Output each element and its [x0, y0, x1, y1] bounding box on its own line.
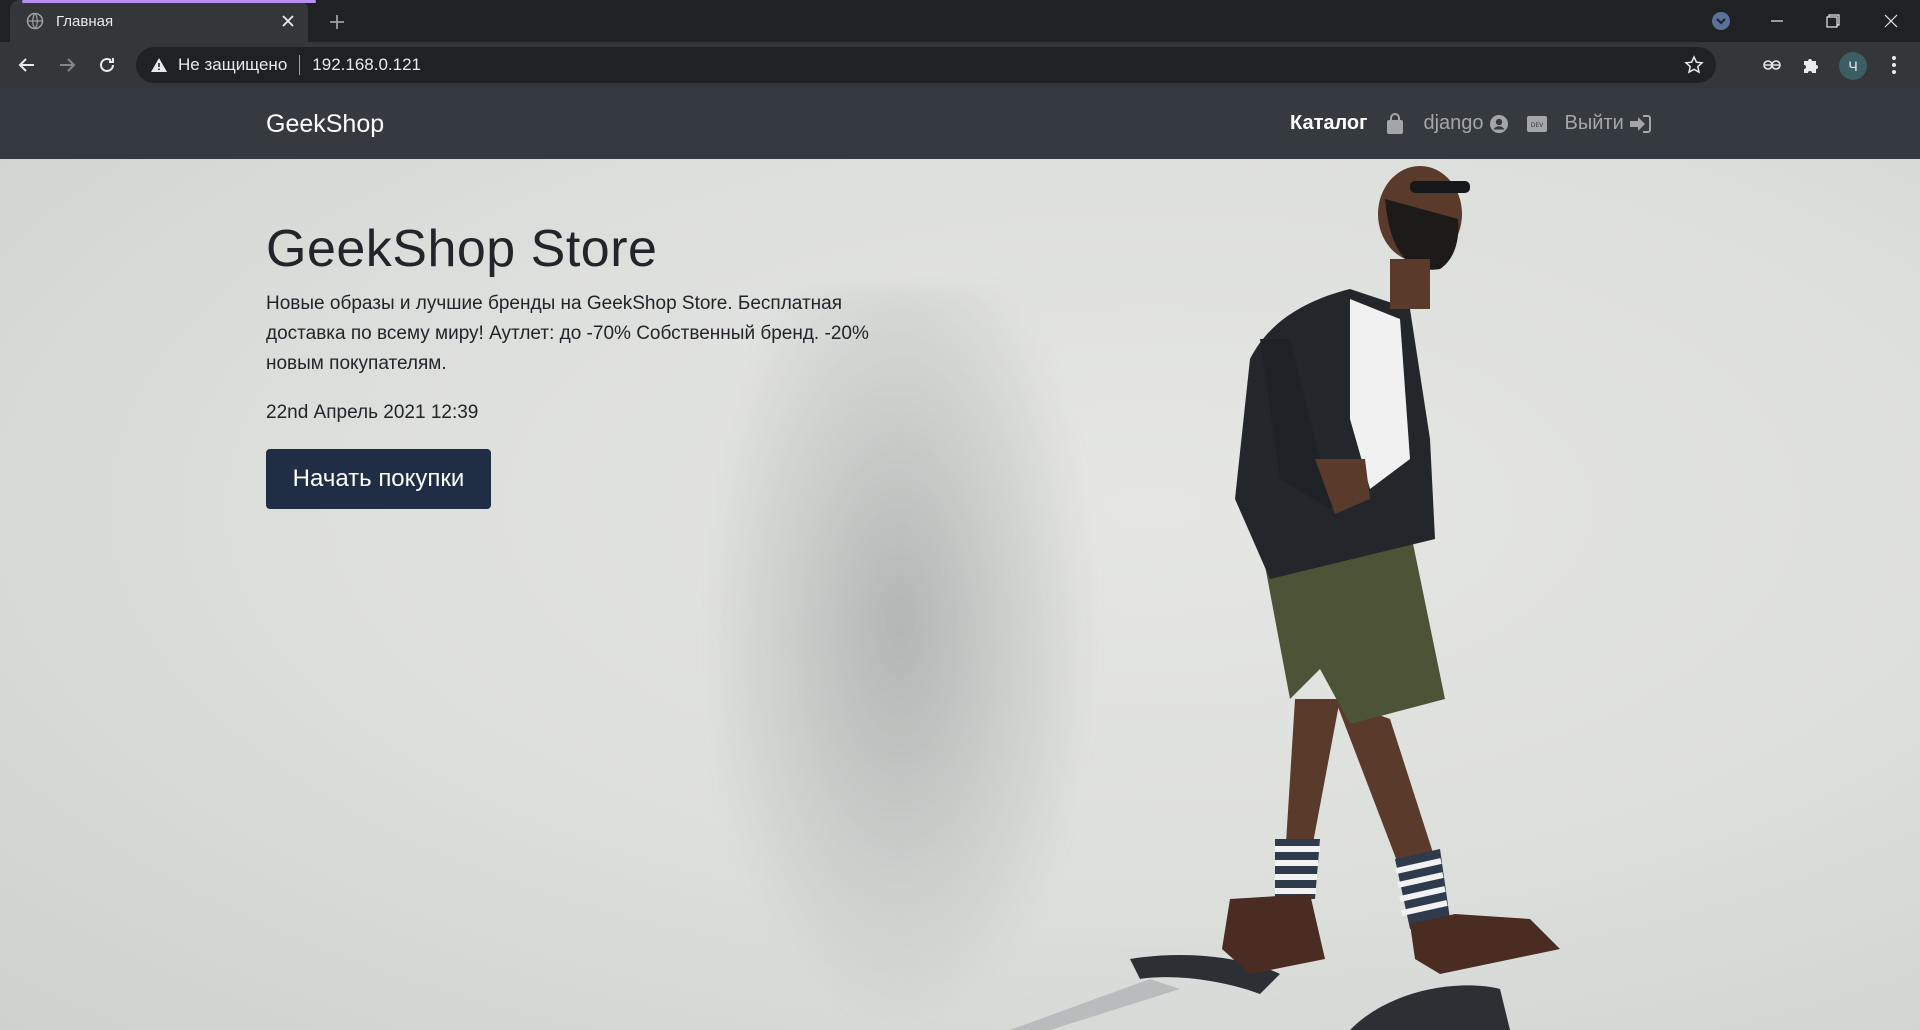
restore-button[interactable]	[1804, 0, 1862, 42]
close-icon[interactable]	[280, 13, 296, 29]
url-text[interactable]: 192.168.0.121	[312, 55, 421, 75]
minimize-button[interactable]	[1748, 0, 1806, 42]
shopping-bag-icon[interactable]	[1385, 112, 1405, 135]
dev-badge-icon[interactable]: DEV	[1526, 115, 1547, 133]
nav-links: Каталог django DEV Выйти	[1290, 88, 1651, 159]
start-shopping-button[interactable]: Начать покупки	[266, 449, 491, 509]
profile-avatar[interactable]: Ч	[1839, 52, 1867, 80]
security-label[interactable]: Не защищено	[178, 55, 287, 75]
kebab-menu-icon[interactable]	[1883, 54, 1905, 76]
back-button[interactable]	[13, 51, 41, 79]
svg-text:DEV: DEV	[1530, 122, 1543, 129]
reload-button[interactable]	[93, 51, 121, 79]
browser-tabstrip: Главная	[0, 0, 1920, 42]
warning-icon[interactable]	[150, 56, 168, 74]
browser-tab[interactable]: Главная	[10, 0, 316, 42]
window-close-button[interactable]	[1862, 0, 1920, 42]
extension-icon[interactable]	[1761, 54, 1783, 76]
nav-catalog-link[interactable]: Каталог	[1290, 112, 1367, 135]
omnibox-divider	[299, 55, 301, 75]
hero-section: GeekShop Store Новые образы и лучшие бре…	[0, 159, 1920, 1030]
sign-out-icon[interactable]	[1629, 114, 1651, 134]
browser-toolbar: Не защищено 192.168.0.121 Ч	[0, 42, 1920, 88]
globe-icon	[26, 12, 44, 30]
hero-model-illustration	[1010, 166, 1560, 1030]
puzzle-icon[interactable]	[1800, 54, 1822, 76]
nav-user-link[interactable]: django	[1423, 112, 1483, 135]
tab-accent	[22, 0, 316, 3]
brand-link[interactable]: GeekShop	[266, 110, 384, 139]
user-circle-icon[interactable]	[1489, 114, 1509, 134]
hero-date: 22nd Апрель 2021 12:39	[266, 402, 479, 423]
forward-button[interactable]	[53, 51, 81, 79]
address-bar[interactable]: Не защищено 192.168.0.121	[136, 47, 1716, 83]
star-icon[interactable]	[1684, 55, 1704, 75]
site-navbar: GeekShop Каталог django DEV Выйти	[0, 88, 1920, 159]
tab-search-icon[interactable]	[1711, 11, 1731, 31]
tab-title: Главная	[56, 12, 114, 30]
new-tab-button[interactable]	[325, 10, 349, 34]
hero-title: GeekShop Store	[266, 220, 658, 278]
nav-logout-link[interactable]: Выйти	[1565, 112, 1624, 135]
hero-description: Новые образы и лучшие бренды на GeekShop…	[266, 293, 869, 374]
